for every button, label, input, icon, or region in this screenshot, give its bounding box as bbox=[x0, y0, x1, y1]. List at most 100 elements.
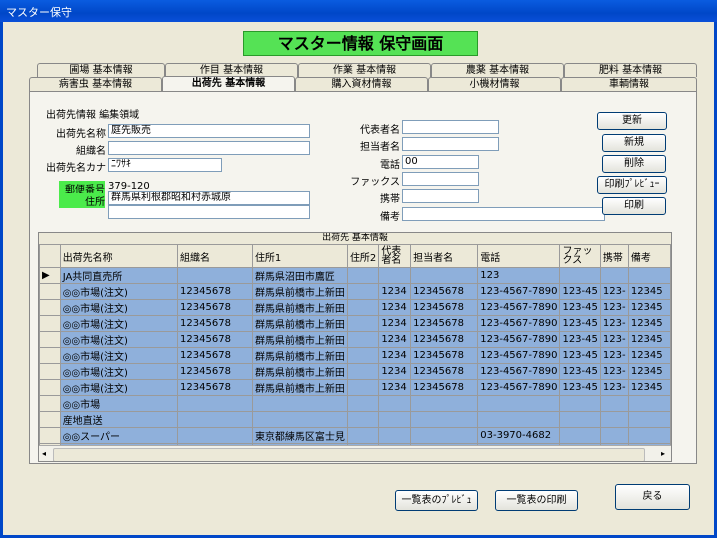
table-cell[interactable]: 12345678 bbox=[410, 363, 479, 380]
table-cell[interactable]: 群馬県前橋市上新田 bbox=[251, 379, 348, 396]
back-button[interactable]: 戻る bbox=[615, 484, 690, 510]
tab-vehicle-info[interactable]: 車輌情報 bbox=[561, 77, 697, 91]
tab-field-info[interactable]: 圃場 基本情報 bbox=[37, 63, 165, 77]
table-row[interactable]: ◎◎市場(注文) 12345678 群馬県前橋市上新田 1234 12345678 123… bbox=[39, 363, 671, 380]
fax-input[interactable] bbox=[402, 172, 479, 186]
table-cell[interactable]: 123- bbox=[599, 331, 629, 348]
table-cell[interactable] bbox=[177, 395, 253, 412]
table-cell[interactable] bbox=[410, 267, 479, 284]
table-cell[interactable]: 123-4567-7890 bbox=[477, 379, 561, 396]
table-cell[interactable]: 12345678 bbox=[410, 315, 479, 332]
col-note[interactable]: 備考 bbox=[627, 244, 671, 268]
table-cell[interactable]: 123-45 bbox=[559, 363, 601, 380]
note-input[interactable] bbox=[402, 207, 605, 221]
table-cell[interactable]: 123-45 bbox=[559, 315, 601, 332]
table-cell[interactable]: 123- bbox=[599, 379, 629, 396]
col-tel[interactable]: 電話 bbox=[477, 244, 561, 268]
list-preview-button[interactable]: 一覧表のﾌﾟﾚﾋﾞｭ bbox=[395, 490, 478, 511]
scroll-left-icon[interactable]: ◂ bbox=[42, 449, 46, 458]
table-cell[interactable]: 123-4567-7890 bbox=[477, 315, 561, 332]
table-cell[interactable] bbox=[378, 411, 412, 428]
table-cell[interactable] bbox=[559, 427, 601, 444]
table-cell[interactable]: 東京都練馬区富士見 bbox=[251, 427, 348, 444]
scroll-right-icon[interactable]: ▸ bbox=[661, 449, 665, 458]
table-cell[interactable]: ◎◎市場(注文) bbox=[59, 283, 179, 300]
table-cell[interactable] bbox=[177, 411, 253, 428]
table-cell[interactable]: 12345 bbox=[627, 347, 671, 364]
table-row[interactable]: 産地直送 bbox=[39, 411, 671, 428]
table-cell[interactable]: 123- bbox=[599, 283, 629, 300]
table-cell[interactable] bbox=[378, 267, 412, 284]
table-cell[interactable]: ◎◎市場(注文) bbox=[59, 331, 179, 348]
row-selector[interactable] bbox=[39, 331, 61, 348]
table-cell[interactable]: 123- bbox=[599, 315, 629, 332]
table-row[interactable]: ◎◎市場 bbox=[39, 395, 671, 412]
table-cell[interactable]: 123 bbox=[477, 267, 561, 284]
address1-input[interactable]: 群馬県利根郡昭和村赤城原 bbox=[108, 191, 310, 205]
table-cell[interactable]: 12345678 bbox=[410, 331, 479, 348]
table-cell[interactable] bbox=[378, 427, 412, 444]
col-org[interactable]: 組織名 bbox=[177, 244, 253, 268]
delete-button[interactable]: 削除 bbox=[602, 155, 666, 173]
address2-input[interactable] bbox=[108, 205, 310, 219]
table-cell[interactable]: 12345678 bbox=[410, 379, 479, 396]
table-cell[interactable] bbox=[477, 411, 561, 428]
table-cell[interactable] bbox=[410, 395, 479, 412]
table-cell[interactable]: 123-4567-7890 bbox=[477, 347, 561, 364]
table-row[interactable]: ▶ JA共同直売所 群馬県沼田市鷹匠 123 bbox=[39, 267, 671, 284]
update-button[interactable]: 更新 bbox=[597, 112, 667, 130]
table-cell[interactable]: 群馬県前橋市上新田 bbox=[251, 363, 348, 380]
horizontal-scrollbar[interactable]: ◂ ▸ bbox=[39, 445, 671, 461]
col-rep[interactable]: 代表者名 bbox=[378, 244, 412, 268]
table-row[interactable]: ◎◎市場(注文) 12345678 群馬県前橋市上新田 1234 12345678 123… bbox=[39, 379, 671, 396]
row-selector[interactable] bbox=[39, 363, 61, 380]
table-cell[interactable] bbox=[177, 267, 253, 284]
table-cell[interactable]: 12345678 bbox=[177, 363, 253, 380]
table-cell[interactable]: ◎◎市場(注文) bbox=[59, 363, 179, 380]
table-cell[interactable] bbox=[346, 395, 380, 412]
table-cell[interactable] bbox=[559, 267, 601, 284]
table-cell[interactable]: JA共同直売所 bbox=[59, 267, 179, 284]
table-cell[interactable]: ◎◎市場(注文) bbox=[59, 299, 179, 316]
table-cell[interactable]: 12345 bbox=[627, 331, 671, 348]
col-fax[interactable]: ファックス bbox=[559, 244, 601, 268]
table-cell[interactable]: 12345678 bbox=[410, 299, 479, 316]
table-cell[interactable]: 123-45 bbox=[559, 299, 601, 316]
table-cell[interactable]: 12345678 bbox=[177, 379, 253, 396]
table-cell[interactable]: ◎◎市場 bbox=[59, 395, 179, 412]
table-cell[interactable]: 123-4567-7890 bbox=[477, 299, 561, 316]
table-cell[interactable]: 1234 bbox=[378, 283, 412, 300]
table-cell[interactable] bbox=[346, 315, 380, 332]
table-cell[interactable] bbox=[599, 427, 629, 444]
tab-crop-info[interactable]: 作目 基本情報 bbox=[165, 63, 298, 77]
scrollbar-thumb[interactable] bbox=[53, 448, 645, 461]
table-cell[interactable] bbox=[346, 299, 380, 316]
table-cell[interactable] bbox=[251, 411, 348, 428]
table-cell[interactable] bbox=[599, 267, 629, 284]
new-button[interactable]: 新規 bbox=[602, 134, 666, 152]
table-cell[interactable]: 123- bbox=[599, 299, 629, 316]
print-button[interactable]: 印刷 bbox=[602, 197, 666, 215]
table-cell[interactable] bbox=[346, 331, 380, 348]
table-cell[interactable] bbox=[346, 379, 380, 396]
mobile-input[interactable] bbox=[402, 189, 479, 203]
table-row[interactable]: ◎◎市場(注文) 12345678 群馬県前橋市上新田 1234 12345678 123… bbox=[39, 283, 671, 300]
table-cell[interactable]: 産地直送 bbox=[59, 411, 179, 428]
table-cell[interactable]: 123-45 bbox=[559, 331, 601, 348]
row-selector[interactable]: ▶ bbox=[39, 267, 61, 284]
table-cell[interactable] bbox=[599, 395, 629, 412]
table-cell[interactable]: 123-45 bbox=[559, 379, 601, 396]
table-cell[interactable] bbox=[346, 363, 380, 380]
row-selector[interactable] bbox=[39, 283, 61, 300]
table-cell[interactable]: 1234 bbox=[378, 331, 412, 348]
table-cell[interactable]: 12345 bbox=[627, 379, 671, 396]
table-cell[interactable] bbox=[346, 347, 380, 364]
table-cell[interactable]: 12345678 bbox=[410, 283, 479, 300]
table-cell[interactable] bbox=[177, 427, 253, 444]
table-cell[interactable]: 12345 bbox=[627, 283, 671, 300]
tab-shipping-info[interactable]: 出荷先 基本情報 bbox=[162, 76, 295, 92]
table-cell[interactable] bbox=[410, 411, 479, 428]
table-cell[interactable]: 123-4567-7890 bbox=[477, 283, 561, 300]
table-cell[interactable] bbox=[627, 395, 671, 412]
table-cell[interactable]: 12345 bbox=[627, 299, 671, 316]
